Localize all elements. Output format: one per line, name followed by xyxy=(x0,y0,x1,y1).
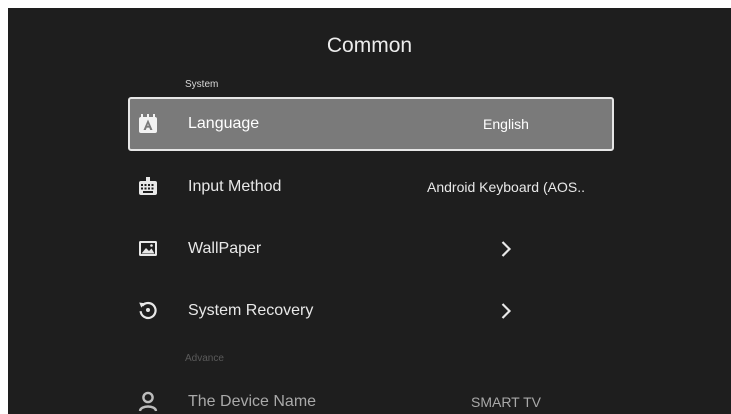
chevron-right-icon xyxy=(394,222,618,276)
setting-row-wallpaper[interactable]: WallPaper xyxy=(128,222,614,276)
section-header-advance: Advance xyxy=(185,353,224,364)
page-title: Common xyxy=(326,34,413,57)
setting-row-device-name[interactable]: The Device Name SMART TV xyxy=(128,375,614,414)
setting-value-language: English xyxy=(483,116,529,132)
setting-label-language: Language xyxy=(188,115,260,132)
person-icon xyxy=(137,390,159,412)
setting-label-device-name: The Device Name xyxy=(188,393,317,410)
setting-row-language[interactable]: Language English xyxy=(128,97,614,151)
settings-screen: Common System Language English Input Met… xyxy=(8,8,731,414)
image-icon xyxy=(137,237,159,259)
setting-label-input-method: Input Method xyxy=(188,178,282,195)
setting-label-system-recovery: System Recovery xyxy=(188,302,314,319)
setting-row-input-method[interactable]: Input Method Android Keyboard (AOS.. xyxy=(128,160,614,214)
section-header-system: System xyxy=(185,79,219,90)
language-icon xyxy=(137,112,159,134)
keyboard-icon xyxy=(137,175,159,197)
chevron-right-icon xyxy=(394,284,618,338)
setting-value-input-method: Android Keyboard (AOS.. xyxy=(427,179,585,195)
setting-label-wallpaper: WallPaper xyxy=(188,240,262,257)
restore-icon xyxy=(137,299,159,321)
setting-row-system-recovery[interactable]: System Recovery xyxy=(128,284,614,338)
setting-value-device-name: SMART TV xyxy=(470,394,542,410)
